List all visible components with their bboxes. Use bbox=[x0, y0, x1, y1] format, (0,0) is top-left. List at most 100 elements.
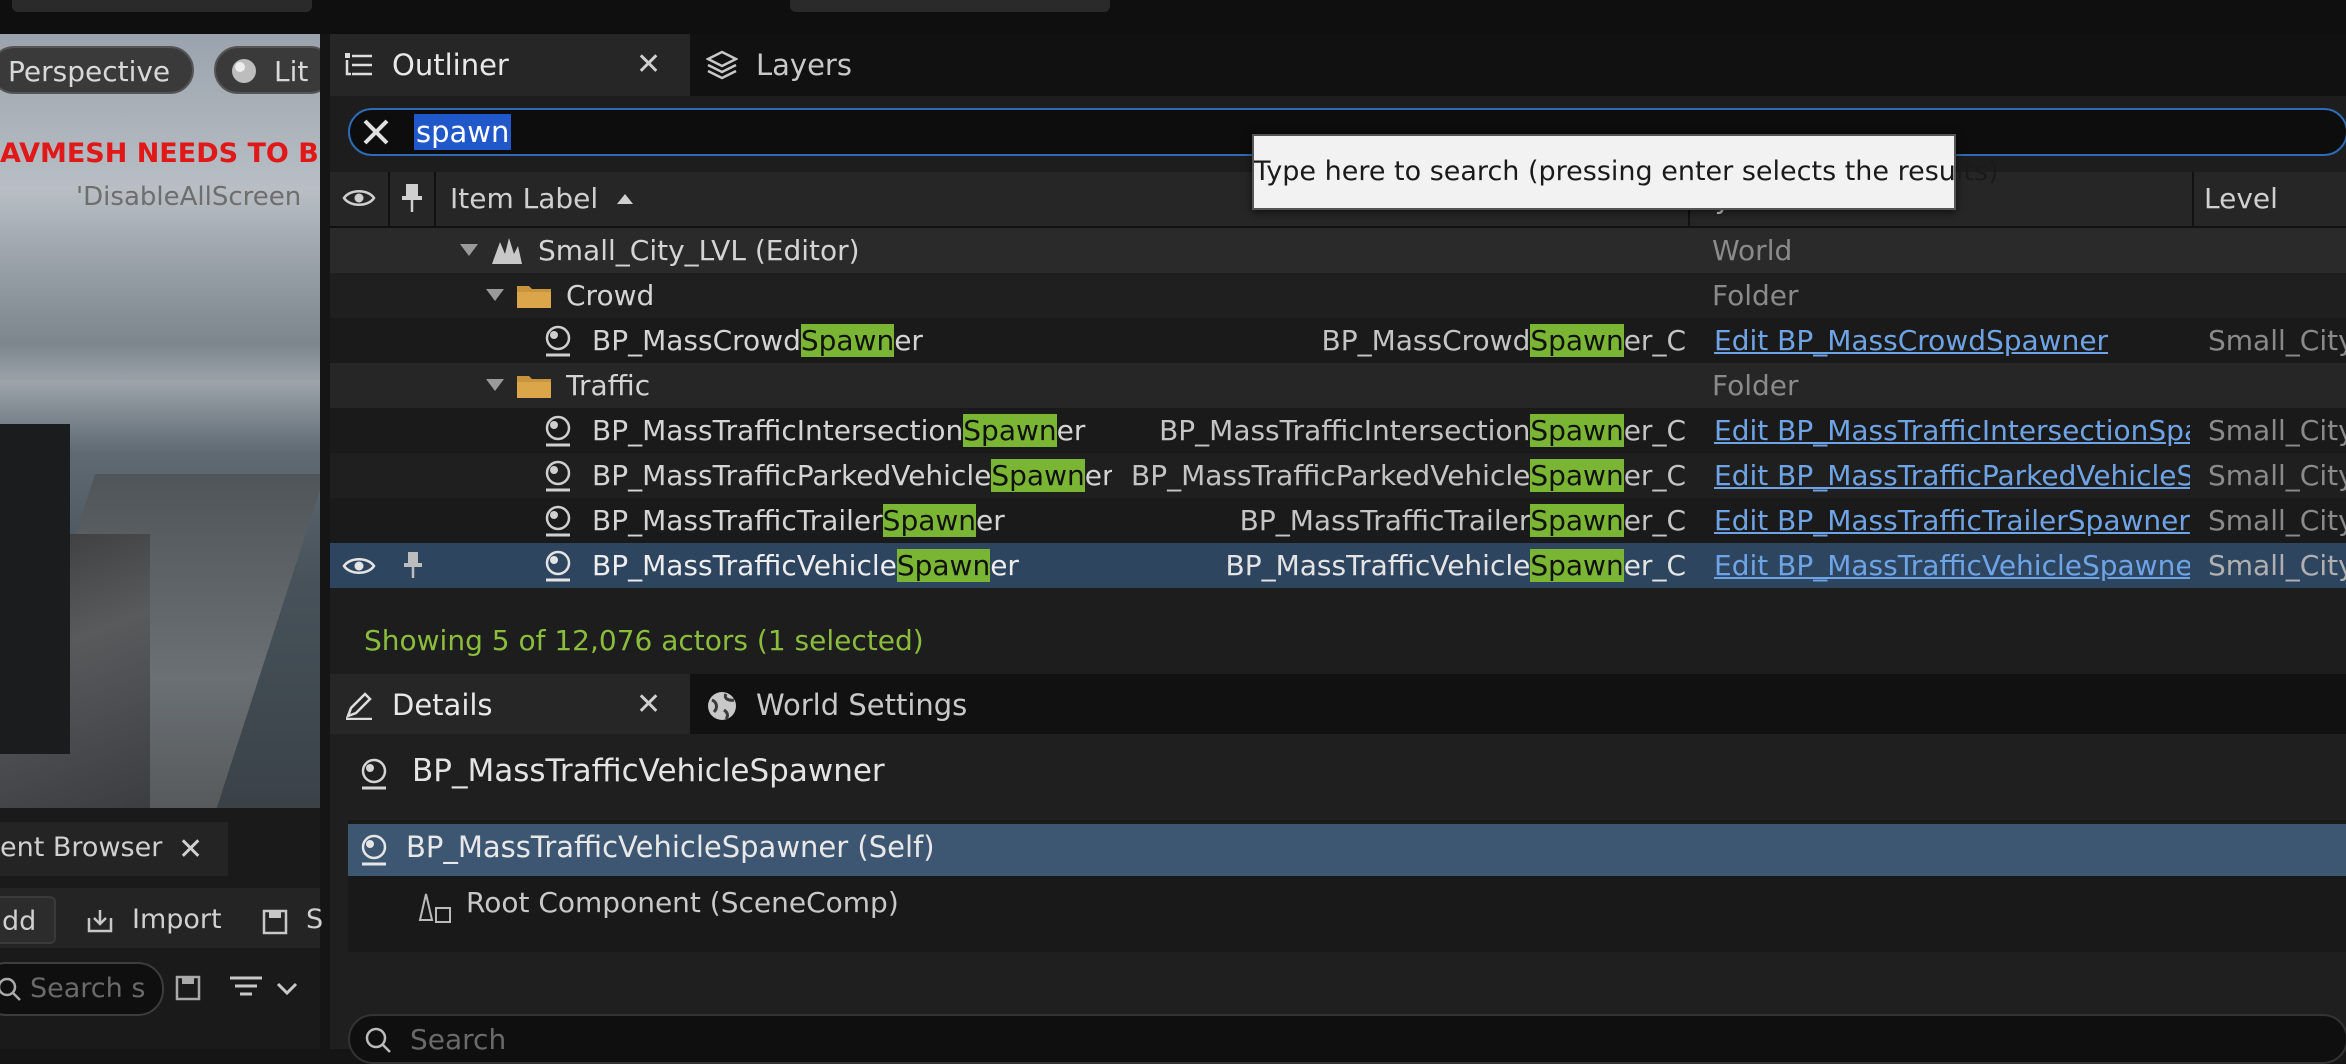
outliner-row-world[interactable]: Small_City_LVL (Editor) World bbox=[330, 228, 2346, 273]
add-label: dd bbox=[2, 906, 37, 937]
tab-outliner-label: Outliner bbox=[392, 48, 509, 82]
level-viewport[interactable]: Perspective Lit AVMESH NEEDS TO BE R 'Di… bbox=[0, 34, 320, 808]
row-label: BP_MassTrafficParkedVehicleSpawner bbox=[592, 453, 1112, 498]
tab-outliner[interactable]: Outliner ✕ bbox=[330, 34, 690, 96]
clear-search-icon[interactable] bbox=[356, 112, 396, 152]
row-type-prefix: BP_MassTrafficParkedVehicle bbox=[1130, 459, 1531, 492]
visibility-eye-icon[interactable] bbox=[342, 554, 376, 578]
outliner-status-text: Showing 5 of 12,076 actors (1 selected) bbox=[364, 624, 924, 657]
toolbar-block bbox=[12, 0, 312, 12]
row-type-suffix: er_C bbox=[1623, 324, 1686, 357]
outliner-row-actor[interactable]: BP_MassCrowdSpawner BP_MassCrowdSpawner_… bbox=[330, 318, 2346, 363]
row-type: BP_MassTrafficVehicleSpawner_C bbox=[1160, 543, 1686, 588]
tab-layers[interactable]: Layers bbox=[690, 34, 910, 96]
outliner-row-actor[interactable]: BP_MassTrafficParkedVehicleSpawner BP_Ma… bbox=[330, 453, 2346, 498]
component-row-root[interactable]: Root Component (SceneComp) bbox=[348, 880, 2346, 932]
row-type: BP_MassTrafficParkedVehicleSpawner_C bbox=[1120, 453, 1686, 498]
row-type-suffix: er_C bbox=[1623, 549, 1686, 582]
tab-world-settings-label: World Settings bbox=[756, 688, 968, 722]
lit-label: Lit bbox=[274, 55, 309, 88]
blueprint-actor-icon bbox=[545, 505, 571, 537]
edit-blueprint-link[interactable]: Edit BP_MassTrafficTrailerSpawner bbox=[1714, 498, 2190, 543]
folder-icon bbox=[517, 286, 551, 308]
layers-icon bbox=[706, 50, 738, 80]
row-type-suffix: er_C bbox=[1623, 414, 1686, 447]
search-match-highlight: Spawn bbox=[882, 504, 977, 537]
outliner-row-folder-traffic[interactable]: Traffic Folder bbox=[330, 363, 2346, 408]
column-header-item-label[interactable]: Item Label bbox=[450, 172, 634, 226]
import-button[interactable]: Import bbox=[86, 896, 222, 944]
visibility-eye-icon[interactable] bbox=[342, 186, 376, 210]
content-browser-tab[interactable]: ent Browser ✕ bbox=[0, 822, 228, 876]
collapse-arrow-icon[interactable] bbox=[460, 244, 478, 256]
search-match-highlight: Spawn bbox=[1530, 459, 1624, 492]
save-all-button[interactable]: S bbox=[262, 896, 323, 944]
row-label: Traffic bbox=[566, 369, 651, 402]
scene-component-icon bbox=[418, 893, 451, 923]
collapse-arrow-icon[interactable] bbox=[486, 289, 504, 301]
folder-icon bbox=[517, 376, 551, 398]
edit-blueprint-link[interactable]: Edit BP_MassTrafficVehicleSpawne bbox=[1714, 543, 2190, 588]
row-label-prefix: BP_MassCrowd bbox=[592, 324, 801, 357]
row-label: BP_MassCrowdSpawner bbox=[592, 318, 923, 363]
pin-icon[interactable] bbox=[400, 182, 424, 214]
edit-blueprint-link[interactable]: Edit BP_MassCrowdSpawner bbox=[1714, 318, 2190, 363]
outliner-row-folder-crowd[interactable]: Crowd Folder bbox=[330, 273, 2346, 318]
row-label: Small_City_LVL (Editor) bbox=[538, 234, 860, 267]
search-match-highlight: Spawn bbox=[991, 459, 1085, 492]
component-row-self[interactable]: BP_MassTrafficVehicleSpawner (Self) bbox=[348, 824, 2346, 876]
edit-blueprint-link[interactable]: Edit BP_MassTrafficIntersectionSpa bbox=[1714, 408, 2190, 453]
column-header-level[interactable]: Level bbox=[2204, 172, 2278, 226]
column-separator[interactable] bbox=[434, 172, 436, 226]
content-browser-search-input[interactable]: Search s bbox=[0, 962, 164, 1016]
row-label-suffix: er bbox=[1056, 414, 1086, 447]
blueprint-actor-icon bbox=[545, 460, 571, 492]
filter-icon[interactable] bbox=[228, 972, 302, 1004]
lit-sphere-icon bbox=[232, 59, 256, 83]
collapse-arrow-icon[interactable] bbox=[486, 379, 504, 391]
search-match-highlight: Spawn bbox=[1530, 324, 1624, 357]
close-icon[interactable]: ✕ bbox=[636, 674, 661, 736]
sort-ascending-icon bbox=[617, 194, 634, 204]
tab-details[interactable]: Details ✕ bbox=[330, 674, 690, 736]
outliner-row-actor[interactable]: BP_MassTrafficTrailerSpawner BP_MassTraf… bbox=[330, 498, 2346, 543]
row-label: BP_MassTrafficTrailerSpawner bbox=[592, 498, 1005, 543]
edit-blueprint-link[interactable]: Edit BP_MassTrafficParkedVehicleS bbox=[1714, 453, 2190, 498]
search-match-highlight: Spawn bbox=[1530, 549, 1624, 582]
column-header-level-text: Level bbox=[2204, 182, 2278, 215]
outliner-search-value: spawn bbox=[414, 114, 512, 150]
row-label-prefix: BP_MassTrafficIntersection bbox=[592, 414, 964, 447]
row-label-suffix: er bbox=[976, 504, 1005, 537]
lit-button[interactable]: Lit bbox=[214, 46, 320, 94]
column-separator[interactable] bbox=[2192, 172, 2194, 226]
tab-world-settings[interactable]: World Settings bbox=[690, 674, 990, 736]
row-type-prefix: BP_MassTrafficIntersection bbox=[1159, 414, 1531, 447]
search-icon bbox=[365, 1027, 391, 1053]
row-label: BP_MassTrafficVehicleSpawner bbox=[592, 543, 1019, 588]
column-header-item-label-text: Item Label bbox=[450, 182, 599, 215]
row-type: BP_MassCrowdSpawner_C bbox=[1230, 318, 1686, 363]
search-tooltip: Type here to search (pressing enter sele… bbox=[1252, 134, 1999, 210]
row-level: Small_City bbox=[2208, 504, 2346, 537]
globe-icon bbox=[708, 692, 736, 720]
details-search-input[interactable]: Search bbox=[348, 1014, 2346, 1064]
perspective-button[interactable]: Perspective bbox=[0, 46, 194, 94]
content-browser-search-row: Search s bbox=[0, 958, 320, 1022]
outliner-row-actor[interactable]: BP_MassTrafficIntersectionSpawner BP_Mas… bbox=[330, 408, 2346, 453]
pencil-icon bbox=[345, 692, 372, 720]
close-icon[interactable]: ✕ bbox=[178, 832, 203, 867]
search-match-highlight: Spawn bbox=[1530, 414, 1624, 447]
search-match-highlight: Spawn bbox=[800, 324, 895, 357]
save-icon bbox=[262, 909, 288, 935]
column-separator[interactable] bbox=[388, 172, 390, 226]
close-icon[interactable]: ✕ bbox=[636, 34, 661, 96]
pin-icon[interactable] bbox=[402, 550, 424, 580]
row-label-suffix: er bbox=[990, 549, 1019, 582]
add-button[interactable]: dd bbox=[0, 896, 56, 944]
outliner-icon bbox=[345, 53, 372, 76]
save-search-icon[interactable] bbox=[174, 974, 202, 1002]
toolbar-block bbox=[790, 0, 1110, 12]
outliner-row-actor-selected[interactable]: BP_MassTrafficVehicleSpawner BP_MassTraf… bbox=[330, 543, 2346, 588]
row-type: Folder bbox=[1712, 279, 1799, 312]
row-label-prefix: BP_MassTrafficTrailer bbox=[592, 504, 883, 537]
